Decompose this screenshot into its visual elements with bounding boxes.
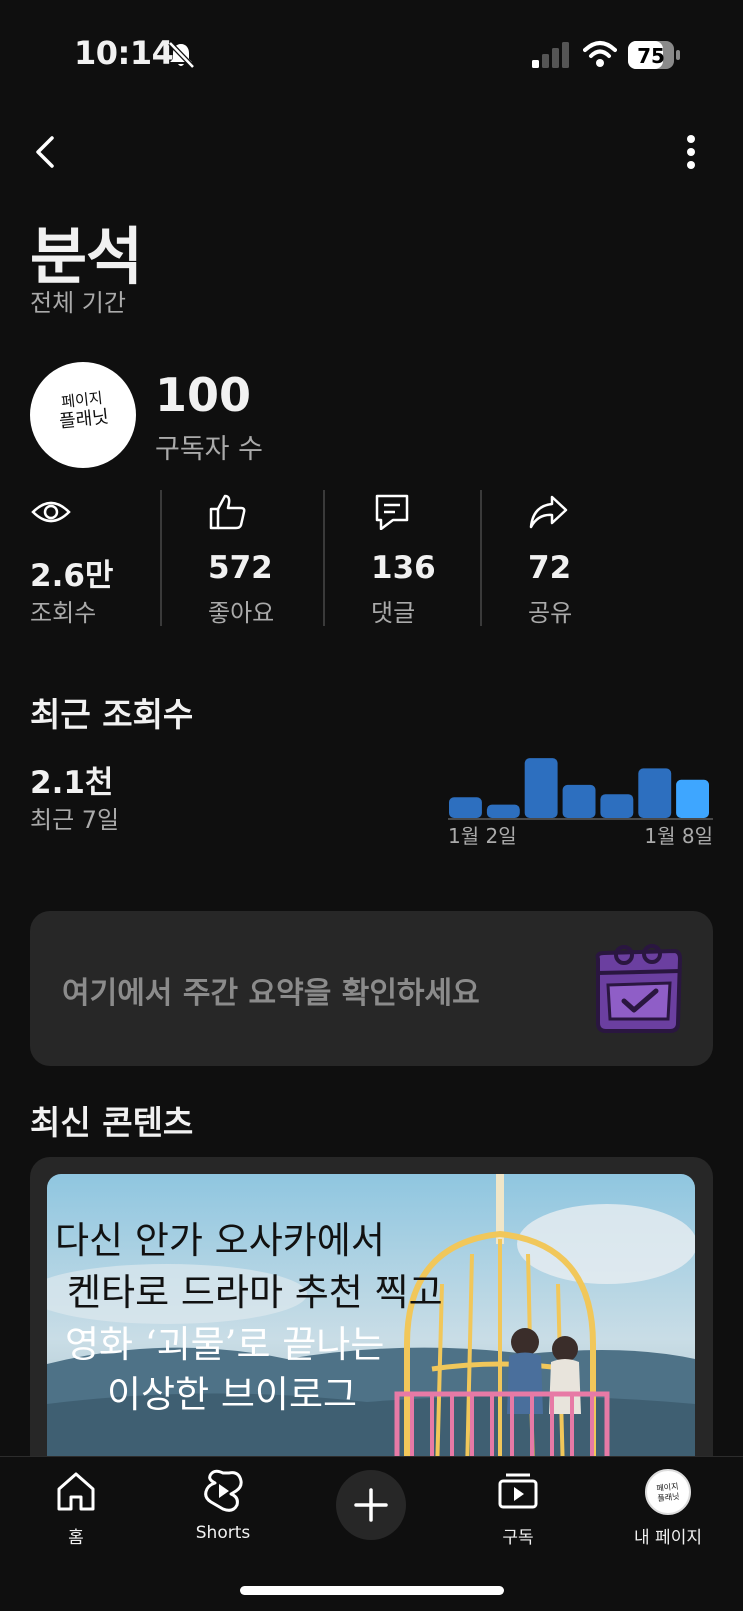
stat-divider [480, 490, 482, 626]
status-time: 10:14 [74, 34, 174, 72]
latest-content-card[interactable]: 다신 안가 오사카에서 켄타로 드라마 추천 찍고 영화 ‘괴물’로 끝나는 이… [30, 1157, 713, 1457]
thumbnail-caption-line: 영화 ‘괴물’로 끝나는 [65, 1323, 385, 1366]
chart-bar [562, 784, 596, 818]
thumbnail-caption-line: 이상한 브이로그 [107, 1373, 358, 1416]
latest-content-title: 최신 콘텐츠 [30, 1103, 194, 1142]
subscriber-label: 구독자 수 [155, 434, 263, 465]
chart-tick-label: 1월 8일 [644, 824, 713, 848]
recent-views-period: 최근 7일 [30, 806, 120, 834]
recent-views-value: 2.1천 [30, 765, 114, 801]
avatar-logo-text: 페이지 플래닛 [30, 385, 136, 436]
thumbnail-caption-line: 켄타로 드라마 추천 찍고 [67, 1271, 443, 1314]
subscriptions-icon [498, 1473, 538, 1509]
stat-shares-value: 72 [528, 550, 572, 586]
create-button[interactable] [336, 1470, 406, 1540]
nav-my-page[interactable]: 페이지 플래닛 내 페이지 [618, 1457, 718, 1557]
plus-icon [354, 1488, 388, 1522]
battery-icon: 75 [628, 41, 680, 69]
thumbnail-caption-line: 다신 안가 오사카에서 [55, 1219, 385, 1262]
recent-views-chart[interactable]: 1월 2일 1월 8일 [448, 740, 713, 850]
stat-views-label: 조회수 [30, 599, 97, 627]
chart-bar [638, 768, 672, 818]
stat-likes-value: 572 [208, 550, 273, 586]
signal-icon [532, 42, 569, 68]
stat-divider [160, 490, 162, 626]
nav-subscriptions-label: 구독 [502, 1528, 534, 1548]
nav-home-label: 홈 [68, 1528, 84, 1548]
nav-my-page-label: 내 페이지 [634, 1528, 702, 1548]
nav-subscriptions[interactable]: 구독 [478, 1457, 558, 1557]
back-button[interactable] [28, 130, 64, 174]
shorts-icon [204, 1469, 243, 1512]
nav-shorts[interactable]: Shorts [178, 1457, 268, 1557]
wifi-icon [583, 41, 617, 67]
share-icon [529, 495, 568, 529]
profile-avatar-icon: 페이지 플래닛 [645, 1469, 691, 1515]
chart-bar [676, 779, 709, 818]
chart-tick-label: 1월 2일 [448, 824, 517, 848]
stat-likes-label: 좋아요 [208, 599, 275, 627]
battery-level: 75 [637, 44, 665, 68]
more-options-icon[interactable] [674, 130, 708, 174]
channel-avatar[interactable]: 페이지 플래닛 [30, 362, 136, 468]
nav-home[interactable]: 홈 [36, 1457, 116, 1557]
status-bar: 10:14 75 [0, 0, 743, 110]
comment-icon [375, 494, 409, 530]
home-icon [57, 1472, 95, 1511]
video-thumbnail[interactable]: 다신 안가 오사카에서 켄타로 드라마 추천 찍고 영화 ‘괴물’로 끝나는 이… [47, 1174, 695, 1457]
stat-divider [323, 490, 325, 626]
chart-bar [449, 797, 482, 818]
chart-bar [524, 758, 558, 818]
eye-icon [31, 501, 71, 523]
stat-views-value: 2.6만 [30, 558, 114, 594]
chart-svg: 1월 2일 1월 8일 [448, 758, 713, 848]
weekly-summary-text: 여기에서 주간 요약을 확인하세요 [62, 976, 480, 1011]
stat-comments-label: 댓글 [371, 599, 416, 627]
recent-views-title: 최근 조회수 [30, 695, 194, 734]
stat-shares-label: 공유 [528, 599, 573, 627]
page-subtitle: 전체 기간 [30, 289, 126, 317]
home-indicator [240, 1586, 504, 1595]
thumbs-up-icon [209, 494, 246, 530]
stat-comments-value: 136 [371, 550, 436, 586]
chart-bar [486, 804, 520, 818]
stats-row: 2.6만 조회수 572 좋아요 136 댓글 72 공유 [0, 490, 743, 630]
calendar-check-icon [595, 944, 682, 1033]
profile-avatar-logo: 페이지 플래닛 [646, 1481, 690, 1505]
subscriber-count: 100 [155, 368, 252, 422]
bell-off-icon [168, 41, 195, 69]
nav-shorts-label: Shorts [195, 1523, 251, 1543]
weekly-summary-card[interactable]: 여기에서 주간 요약을 확인하세요 [30, 911, 713, 1066]
chart-bar [600, 794, 634, 818]
